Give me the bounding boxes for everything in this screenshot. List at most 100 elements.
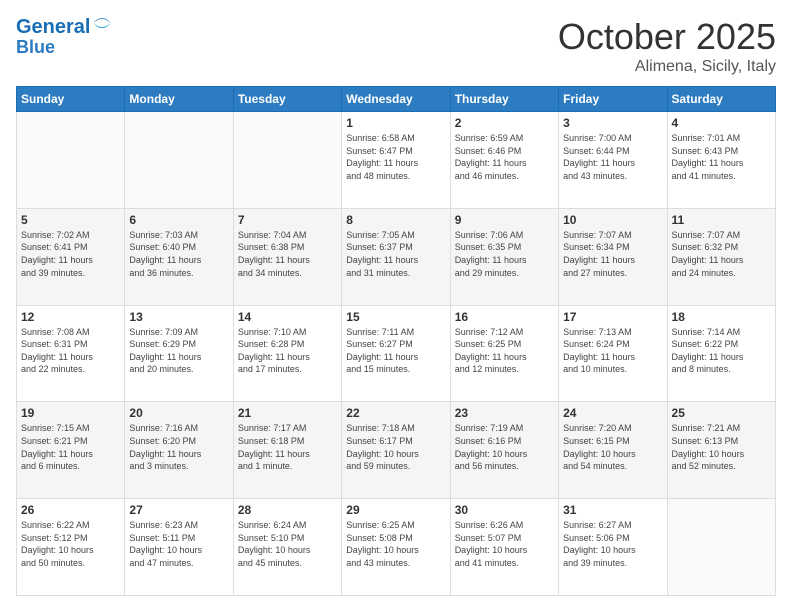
calendar-cell: 2 Sunrise: 6:59 AM Sunset: 6:46 PM Daylig…: [450, 112, 558, 209]
day-info: Sunrise: 7:16 AM Sunset: 6:20 PM Dayligh…: [129, 422, 228, 472]
calendar-cell: 12 Sunrise: 7:08 AM Sunset: 6:31 PM Dayli…: [17, 305, 125, 402]
day-number: 18: [672, 310, 771, 324]
calendar-week-row: 12 Sunrise: 7:08 AM Sunset: 6:31 PM Dayli…: [17, 305, 776, 402]
logo: General Blue: [16, 16, 112, 58]
day-number: 26: [21, 503, 120, 517]
day-number: 3: [563, 116, 662, 130]
day-info: Sunrise: 7:09 AM Sunset: 6:29 PM Dayligh…: [129, 326, 228, 376]
calendar-cell: 24 Sunrise: 7:20 AM Sunset: 6:15 PM Dayli…: [559, 402, 667, 499]
day-info: Sunrise: 7:17 AM Sunset: 6:18 PM Dayligh…: [238, 422, 337, 472]
day-info: Sunrise: 7:14 AM Sunset: 6:22 PM Dayligh…: [672, 326, 771, 376]
calendar-cell: [667, 499, 775, 596]
calendar-cell: 7 Sunrise: 7:04 AM Sunset: 6:38 PM Daylig…: [233, 208, 341, 305]
calendar-cell: 11 Sunrise: 7:07 AM Sunset: 6:32 PM Dayli…: [667, 208, 775, 305]
day-info: Sunrise: 7:02 AM Sunset: 6:41 PM Dayligh…: [21, 229, 120, 279]
day-number: 9: [455, 213, 554, 227]
logo-general: General: [16, 16, 90, 38]
calendar-cell: 5 Sunrise: 7:02 AM Sunset: 6:41 PM Daylig…: [17, 208, 125, 305]
calendar-cell: 20 Sunrise: 7:16 AM Sunset: 6:20 PM Dayli…: [125, 402, 233, 499]
day-info: Sunrise: 6:23 AM Sunset: 5:11 PM Dayligh…: [129, 519, 228, 569]
day-info: Sunrise: 6:59 AM Sunset: 6:46 PM Dayligh…: [455, 132, 554, 182]
calendar-cell: 27 Sunrise: 6:23 AM Sunset: 5:11 PM Dayli…: [125, 499, 233, 596]
calendar-day-header: Monday: [125, 87, 233, 112]
day-info: Sunrise: 7:05 AM Sunset: 6:37 PM Dayligh…: [346, 229, 445, 279]
page: General Blue October 2025 Alimena, Sicil…: [0, 0, 792, 612]
calendar-cell: 31 Sunrise: 6:27 AM Sunset: 5:06 PM Dayli…: [559, 499, 667, 596]
calendar-week-row: 19 Sunrise: 7:15 AM Sunset: 6:21 PM Dayli…: [17, 402, 776, 499]
day-info: Sunrise: 7:08 AM Sunset: 6:31 PM Dayligh…: [21, 326, 120, 376]
day-info: Sunrise: 7:19 AM Sunset: 6:16 PM Dayligh…: [455, 422, 554, 472]
day-number: 17: [563, 310, 662, 324]
calendar-day-header: Tuesday: [233, 87, 341, 112]
calendar-table: SundayMondayTuesdayWednesdayThursdayFrid…: [16, 86, 776, 596]
calendar-cell: 6 Sunrise: 7:03 AM Sunset: 6:40 PM Daylig…: [125, 208, 233, 305]
day-info: Sunrise: 7:03 AM Sunset: 6:40 PM Dayligh…: [129, 229, 228, 279]
calendar-cell: 4Sunrise: 7:01 AM Sunset: 6:43 PM Daylig…: [667, 112, 775, 209]
day-info: Sunrise: 7:00 AM Sunset: 6:44 PM Dayligh…: [563, 132, 662, 182]
header: General Blue October 2025 Alimena, Sicil…: [16, 16, 776, 76]
calendar-cell: 3 Sunrise: 7:00 AM Sunset: 6:44 PM Daylig…: [559, 112, 667, 209]
day-info: Sunrise: 7:15 AM Sunset: 6:21 PM Dayligh…: [21, 422, 120, 472]
day-number: 8: [346, 213, 445, 227]
calendar-cell: 15Sunrise: 7:11 AM Sunset: 6:27 PM Dayli…: [342, 305, 450, 402]
day-number: 7: [238, 213, 337, 227]
day-number: 31: [563, 503, 662, 517]
calendar-cell: 8 Sunrise: 7:05 AM Sunset: 6:37 PM Daylig…: [342, 208, 450, 305]
calendar-week-row: 1Sunrise: 6:58 AM Sunset: 6:47 PM Daylig…: [17, 112, 776, 209]
calendar-cell: 10Sunrise: 7:07 AM Sunset: 6:34 PM Dayli…: [559, 208, 667, 305]
day-info: Sunrise: 6:27 AM Sunset: 5:06 PM Dayligh…: [563, 519, 662, 569]
day-number: 16: [455, 310, 554, 324]
calendar-cell: 1Sunrise: 6:58 AM Sunset: 6:47 PM Daylig…: [342, 112, 450, 209]
day-number: 13: [129, 310, 228, 324]
day-number: 22: [346, 406, 445, 420]
logo-blue: Blue: [16, 38, 112, 58]
calendar-cell: 22Sunrise: 7:18 AM Sunset: 6:17 PM Dayli…: [342, 402, 450, 499]
calendar-cell: 17 Sunrise: 7:13 AM Sunset: 6:24 PM Dayli…: [559, 305, 667, 402]
day-number: 14: [238, 310, 337, 324]
location-title: Alimena, Sicily, Italy: [558, 58, 776, 76]
month-title: October 2025: [558, 16, 776, 58]
day-number: 2: [455, 116, 554, 130]
day-number: 12: [21, 310, 120, 324]
calendar-cell: 26 Sunrise: 6:22 AM Sunset: 5:12 PM Dayli…: [17, 499, 125, 596]
calendar-week-row: 5 Sunrise: 7:02 AM Sunset: 6:41 PM Daylig…: [17, 208, 776, 305]
day-number: 6: [129, 213, 228, 227]
day-number: 24: [563, 406, 662, 420]
day-number: 19: [21, 406, 120, 420]
day-number: 29: [346, 503, 445, 517]
day-info: Sunrise: 7:10 AM Sunset: 6:28 PM Dayligh…: [238, 326, 337, 376]
calendar-cell: 14 Sunrise: 7:10 AM Sunset: 6:28 PM Dayli…: [233, 305, 341, 402]
calendar-cell: 25Sunrise: 7:21 AM Sunset: 6:13 PM Dayli…: [667, 402, 775, 499]
day-number: 25: [672, 406, 771, 420]
calendar-cell: [125, 112, 233, 209]
day-number: 1: [346, 116, 445, 130]
calendar-day-header: Friday: [559, 87, 667, 112]
day-info: Sunrise: 7:07 AM Sunset: 6:32 PM Dayligh…: [672, 229, 771, 279]
day-info: Sunrise: 7:04 AM Sunset: 6:38 PM Dayligh…: [238, 229, 337, 279]
day-info: Sunrise: 7:01 AM Sunset: 6:43 PM Dayligh…: [672, 132, 771, 182]
calendar-day-header: Thursday: [450, 87, 558, 112]
logo-icon: [92, 13, 112, 33]
day-info: Sunrise: 7:20 AM Sunset: 6:15 PM Dayligh…: [563, 422, 662, 472]
day-number: 5: [21, 213, 120, 227]
calendar-cell: 19 Sunrise: 7:15 AM Sunset: 6:21 PM Dayli…: [17, 402, 125, 499]
calendar-cell: 21Sunrise: 7:17 AM Sunset: 6:18 PM Dayli…: [233, 402, 341, 499]
day-info: Sunrise: 7:13 AM Sunset: 6:24 PM Dayligh…: [563, 326, 662, 376]
day-number: 23: [455, 406, 554, 420]
day-number: 27: [129, 503, 228, 517]
logo-text: General: [16, 16, 90, 38]
calendar-day-header: Saturday: [667, 87, 775, 112]
calendar-cell: [233, 112, 341, 209]
day-number: 20: [129, 406, 228, 420]
day-info: Sunrise: 7:07 AM Sunset: 6:34 PM Dayligh…: [563, 229, 662, 279]
day-number: 11: [672, 213, 771, 227]
day-number: 28: [238, 503, 337, 517]
day-info: Sunrise: 7:11 AM Sunset: 6:27 PM Dayligh…: [346, 326, 445, 376]
calendar-cell: 30Sunrise: 6:26 AM Sunset: 5:07 PM Dayli…: [450, 499, 558, 596]
day-number: 30: [455, 503, 554, 517]
calendar-week-row: 26 Sunrise: 6:22 AM Sunset: 5:12 PM Dayli…: [17, 499, 776, 596]
calendar-cell: 23 Sunrise: 7:19 AM Sunset: 6:16 PM Dayli…: [450, 402, 558, 499]
day-info: Sunrise: 6:24 AM Sunset: 5:10 PM Dayligh…: [238, 519, 337, 569]
day-info: Sunrise: 6:22 AM Sunset: 5:12 PM Dayligh…: [21, 519, 120, 569]
calendar-cell: 13 Sunrise: 7:09 AM Sunset: 6:29 PM Dayli…: [125, 305, 233, 402]
